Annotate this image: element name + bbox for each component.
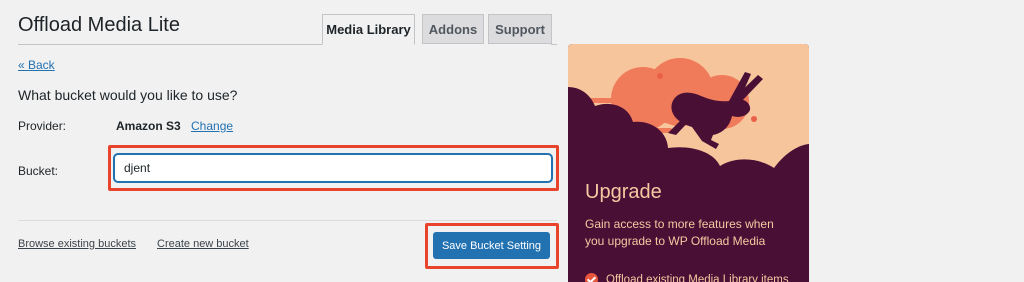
create-bucket-link[interactable]: Create new bucket bbox=[157, 238, 249, 250]
promo-feature-label: Offload existing Media Library items bbox=[606, 273, 789, 282]
promo-description: Gain access to more features when you up… bbox=[585, 217, 774, 248]
promo-feature-item: Offload existing Media Library items bbox=[585, 273, 789, 282]
provider-value: Amazon S3 bbox=[116, 119, 181, 133]
bucket-question: What bucket would you like to use? bbox=[18, 87, 238, 103]
upgrade-promo: Upgrade Gain access to more features whe… bbox=[568, 44, 809, 282]
tab-addons[interactable]: Addons bbox=[422, 14, 484, 44]
provider-label: Provider: bbox=[18, 119, 67, 133]
back-link[interactable]: « Back bbox=[18, 58, 55, 72]
save-bucket-button[interactable]: Save Bucket Setting bbox=[433, 232, 550, 259]
tab-divider bbox=[551, 44, 557, 45]
settings-page: Offload Media Lite Media Library Addons … bbox=[0, 0, 1024, 282]
browse-buckets-link[interactable]: Browse existing buckets bbox=[18, 238, 136, 250]
title-divider bbox=[18, 44, 322, 45]
bucket-input[interactable] bbox=[114, 154, 552, 182]
tab-support[interactable]: Support bbox=[488, 14, 552, 44]
page-title: Offload Media Lite bbox=[18, 14, 180, 36]
change-provider-link[interactable]: Change bbox=[191, 119, 233, 133]
promo-illustration bbox=[568, 44, 809, 174]
bucket-label: Bucket: bbox=[18, 164, 59, 178]
tab-media-library[interactable]: Media Library bbox=[322, 14, 415, 45]
check-icon bbox=[585, 273, 598, 282]
rabbit-cloud-illustration bbox=[568, 58, 809, 174]
promo-heading: Upgrade bbox=[585, 181, 662, 203]
form-divider bbox=[18, 220, 557, 221]
